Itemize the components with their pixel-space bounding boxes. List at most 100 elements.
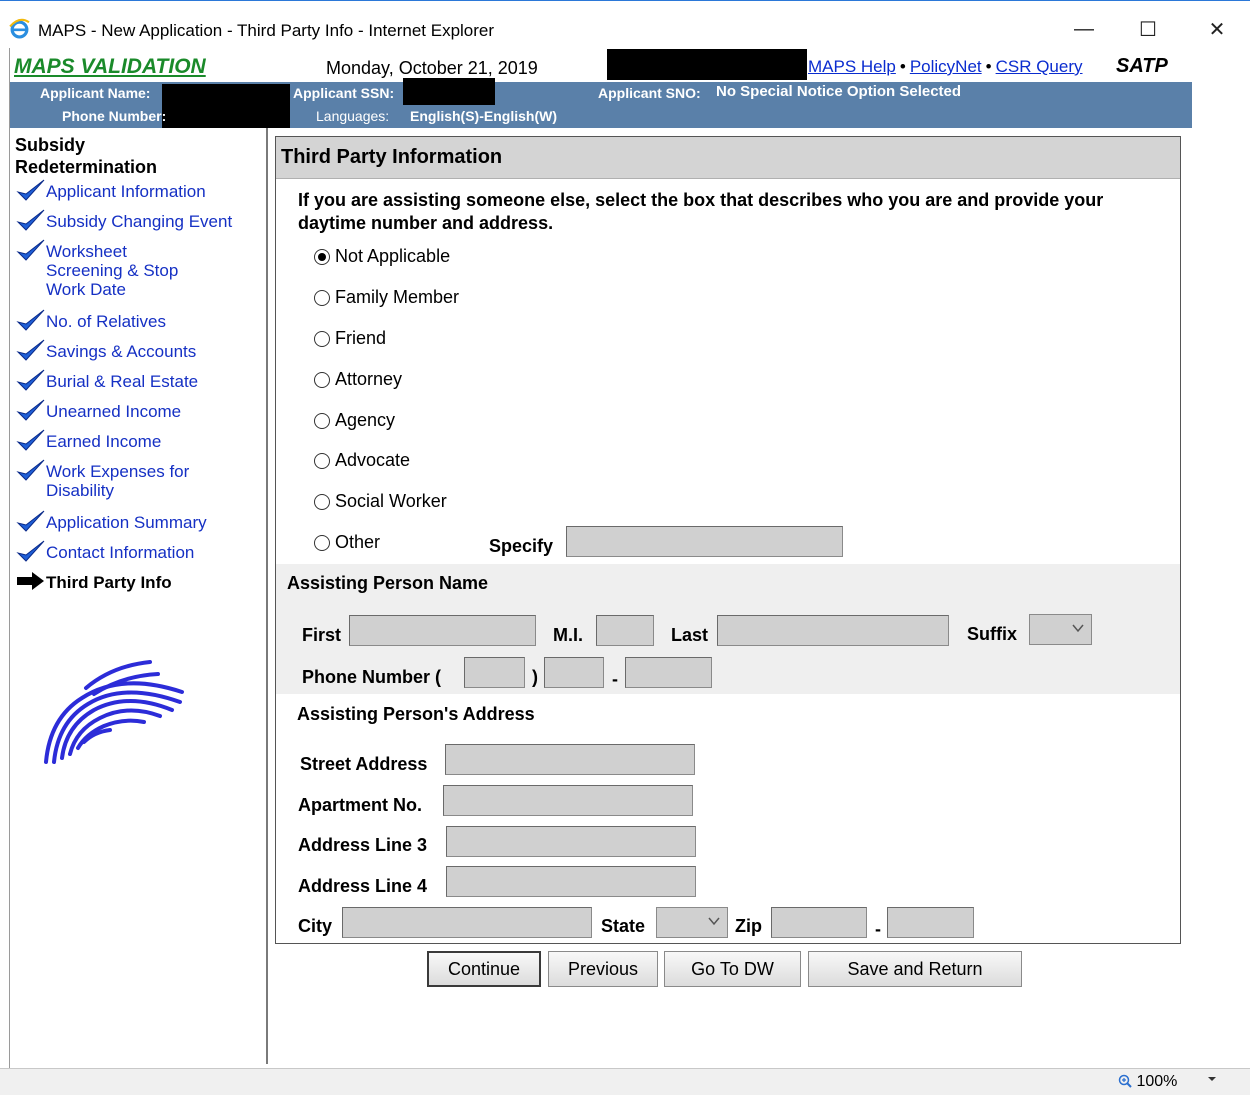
zoom-value: 100%: [1136, 1073, 1178, 1090]
close-button[interactable]: ✕: [1194, 11, 1240, 47]
phone-line-input[interactable]: [625, 657, 712, 688]
csr-query-link[interactable]: CSR Query: [996, 57, 1083, 76]
street-address-label: Street Address: [300, 754, 428, 774]
suffix-label: Suffix: [967, 624, 1018, 644]
previous-button[interactable]: Previous: [548, 951, 658, 987]
radio-button[interactable]: [314, 412, 330, 429]
radio-not-applicable[interactable]: Not Applicable: [314, 246, 450, 267]
address-section-title: Assisting Person's Address: [297, 704, 535, 724]
radio-label: Friend: [335, 328, 387, 348]
current-date: Monday, October 21, 2019: [326, 58, 538, 78]
brand-title: MAPS VALIDATION: [14, 55, 206, 78]
city-input[interactable]: [342, 907, 592, 938]
apartment-label: Apartment No.: [298, 795, 423, 815]
third-party-panel: Third Party Information If you are assis…: [275, 136, 1181, 944]
checkmark-icon: [16, 510, 45, 532]
phone-number-label: Phone Number:: [62, 108, 167, 124]
checkmark-icon: [16, 369, 45, 391]
nav-item-work-expenses[interactable]: Work Expenses for Disability: [16, 459, 216, 500]
radio-button[interactable]: [314, 371, 330, 388]
state-select[interactable]: [656, 907, 728, 938]
minimize-button[interactable]: —: [1061, 11, 1107, 47]
nav-item-label: Savings & Accounts: [46, 342, 197, 361]
radio-friend[interactable]: Friend: [314, 328, 386, 349]
radio-family-member[interactable]: Family Member: [314, 287, 459, 308]
nav-item-label: Burial & Real Estate: [46, 372, 199, 391]
address-line3-input[interactable]: [446, 826, 696, 857]
last-name-label: Last: [671, 625, 709, 645]
maps-help-link[interactable]: MAPS Help: [808, 57, 896, 76]
address-line3-label: Address Line 3: [298, 835, 428, 855]
nav-item-applicant-information[interactable]: Applicant Information: [16, 179, 206, 202]
radio-button[interactable]: [314, 289, 330, 306]
radio-advocate[interactable]: Advocate: [314, 450, 410, 471]
zip-input[interactable]: [771, 907, 867, 938]
applicant-sno-value: No Special Notice Option Selected: [716, 83, 962, 100]
nav-item-contact-information[interactable]: Contact Information: [16, 540, 195, 563]
top-header: MAPS VALIDATION Monday, October 21, 2019…: [10, 49, 1192, 82]
radio-other[interactable]: Other: [314, 532, 380, 553]
radio-social-worker[interactable]: Social Worker: [314, 491, 447, 512]
specify-label: Specify: [489, 536, 554, 556]
radio-button[interactable]: [314, 493, 330, 510]
nav-item-label: Third Party Info: [46, 573, 172, 592]
radio-button[interactable]: [314, 534, 330, 551]
zoom-level[interactable]: 100%: [1118, 1073, 1177, 1091]
continue-button[interactable]: Continue: [427, 951, 541, 987]
last-name-input[interactable]: [717, 615, 949, 646]
policynet-link[interactable]: PolicyNet: [910, 57, 982, 76]
nav-item-unearned-income[interactable]: Unearned Income: [16, 399, 182, 422]
phone-dash: -: [612, 669, 618, 689]
save-and-return-button[interactable]: Save and Return: [808, 951, 1022, 987]
radio-button[interactable]: [314, 330, 330, 347]
radio-agency[interactable]: Agency: [314, 410, 395, 431]
specify-input[interactable]: [566, 526, 843, 557]
zip-label: Zip: [735, 916, 762, 936]
panel-title: Third Party Information: [281, 146, 503, 168]
address-line4-input[interactable]: [446, 866, 696, 897]
link-separator: •: [985, 57, 992, 76]
radio-button[interactable]: [314, 248, 330, 265]
nav-item-label: Contact Information: [46, 543, 195, 562]
applicant-sno-label: Applicant SNO:: [598, 85, 701, 101]
radio-label: Attorney: [335, 369, 403, 389]
first-name-input[interactable]: [349, 615, 536, 646]
zoom-dropdown-icon[interactable]: [1206, 1073, 1218, 1085]
chevron-down-icon: [708, 917, 720, 926]
panel-header: Third Party Information: [276, 137, 1180, 179]
link-separator: •: [899, 57, 906, 76]
first-name-label: First: [302, 625, 342, 645]
left-navigation: Subsidy Redetermination Applicant Inform…: [10, 128, 268, 1064]
nav-item-no-of-relatives[interactable]: No. of Relatives: [16, 309, 166, 332]
zoom-icon: [1118, 1074, 1132, 1088]
checkmark-icon: [16, 339, 45, 361]
nav-item-application-summary[interactable]: Application Summary: [16, 510, 207, 533]
go-to-dw-button[interactable]: Go To DW: [664, 951, 801, 987]
nav-item-label: Unearned Income: [46, 402, 182, 421]
checkmark-icon: [16, 429, 45, 451]
nav-item-third-party-info[interactable]: Third Party Info: [16, 572, 172, 593]
nav-item-savings-accounts[interactable]: Savings & Accounts: [16, 339, 197, 362]
middle-initial-input[interactable]: [596, 615, 654, 646]
radio-button[interactable]: [314, 452, 330, 469]
phone-area-code-input[interactable]: [464, 657, 525, 688]
phone-prefix-input[interactable]: [544, 657, 604, 688]
maximize-button[interactable]: ☐: [1125, 11, 1171, 47]
radio-label: Advocate: [335, 450, 411, 470]
nav-item-label: Work Expenses for Disability: [46, 462, 190, 500]
nav-item-burial-real-estate[interactable]: Burial & Real Estate: [16, 369, 199, 392]
chevron-down-icon: [1072, 624, 1084, 633]
state-label: State: [601, 916, 646, 936]
radio-attorney[interactable]: Attorney: [314, 369, 402, 390]
address-line4-label: Address Line 4: [298, 876, 428, 896]
nav-item-worksheet-screening[interactable]: Worksheet Screening & Stop Work Date: [16, 239, 216, 299]
nav-title: Subsidy Redetermination: [15, 135, 158, 177]
suffix-select[interactable]: [1029, 614, 1092, 645]
zip-extension-input[interactable]: [887, 907, 974, 938]
window-titlebar: MAPS - New Application - Third Party Inf…: [0, 0, 1250, 48]
street-address-input[interactable]: [445, 744, 695, 775]
checkmark-icon: [16, 239, 45, 261]
nav-item-subsidy-changing-event[interactable]: Subsidy Changing Event: [16, 209, 232, 232]
apartment-input[interactable]: [443, 785, 693, 816]
nav-item-earned-income[interactable]: Earned Income: [16, 429, 161, 452]
